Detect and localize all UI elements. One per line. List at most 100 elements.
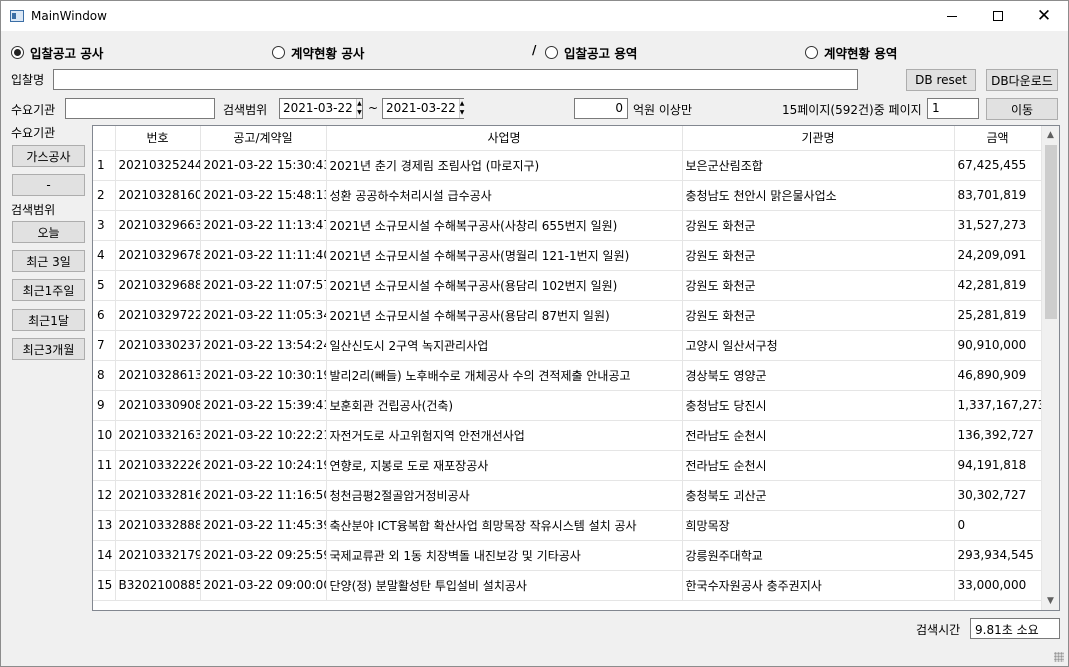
table-cell[interactable]: 20210329722 (115, 300, 201, 331)
range-3months-button[interactable]: 최근3개월 (12, 338, 85, 360)
date-to-picker[interactable]: 2021-03-22 ▲ ▼ (382, 98, 465, 119)
table-cell[interactable]: 20210329688 (115, 270, 201, 301)
table-cell[interactable]: 2021-03-22 10:22:21 (200, 420, 327, 451)
table-row[interactable]: 11 20210332226 2021-03-22 10:24:19 연향로, 지봉로… (93, 450, 1042, 481)
row-index[interactable]: 15 (93, 570, 116, 601)
column-header[interactable]: 금액 (954, 126, 1042, 151)
table-cell[interactable]: 강원도 화천군 (682, 210, 955, 241)
table-cell[interactable]: 강릉원주대학교 (682, 540, 955, 571)
table-cell[interactable]: 42,281,819 (954, 270, 1042, 301)
row-index[interactable]: 6 (93, 300, 116, 331)
table-cell[interactable]: 보훈회관 건립공사(건축) (326, 390, 683, 421)
table-cell[interactable]: 전라남도 순천시 (682, 450, 955, 481)
agency-input[interactable] (65, 98, 215, 119)
table-cell[interactable]: 33,000,000 (954, 570, 1042, 601)
table-cell[interactable]: 2021-03-22 11:07:57 (200, 270, 327, 301)
table-cell[interactable]: 한국수자원공사 충주권지사 (682, 570, 955, 601)
row-index[interactable]: 13 (93, 510, 116, 541)
scroll-up-icon[interactable]: ▲ (1042, 126, 1059, 144)
table-cell[interactable]: 67,425,455 (954, 150, 1042, 181)
row-index[interactable]: 3 (93, 210, 116, 241)
radio-contract-service[interactable]: 계약현황 용역 (805, 43, 897, 62)
radio-bid-service[interactable]: 입찰공고 용역 (545, 43, 637, 62)
table-cell[interactable]: 2021-03-22 15:30:43 (200, 150, 327, 181)
table-cell[interactable]: 축산분야 ICT융복합 확산사업 희망목장 작유시스템 설치 공사 (326, 510, 683, 541)
table-cell[interactable]: 46,890,909 (954, 360, 1042, 391)
table-cell[interactable]: 90,910,000 (954, 330, 1042, 361)
table-row[interactable]: 10 20210332163 2021-03-22 10:22:21 자전거도로 사고… (93, 420, 1042, 451)
row-index[interactable]: 8 (93, 360, 116, 391)
row-index[interactable]: 5 (93, 270, 116, 301)
range-1week-button[interactable]: 최근1주일 (12, 279, 85, 301)
table-cell[interactable]: 83,701,819 (954, 180, 1042, 211)
row-index[interactable]: 7 (93, 330, 116, 361)
table-cell[interactable]: 2021-03-22 11:16:50 (200, 480, 327, 511)
table-cell[interactable]: B32021008854 (115, 570, 201, 601)
table-row[interactable]: 3 20210329663 2021-03-22 11:13:47 2021년 소규모… (93, 210, 1042, 241)
table-cell[interactable]: 20210330237 (115, 330, 201, 361)
table-row[interactable]: 5 20210329688 2021-03-22 11:07:57 2021년 소규모… (93, 270, 1042, 301)
table-cell[interactable]: 20210329678 (115, 240, 201, 271)
table-row[interactable]: 14 20210332179 2021-03-22 09:25:59 국제교류관 외 … (93, 540, 1042, 571)
table-cell[interactable]: 연향로, 지봉로 도로 재포장공사 (326, 450, 683, 481)
table-row[interactable]: 15B320210088542021-03-22 09:00:00단양(정) 분… (93, 570, 1042, 601)
table-cell[interactable]: 20210332226 (115, 450, 201, 481)
table-cell[interactable]: 2021-03-22 13:54:24 (200, 330, 327, 361)
resize-grip-icon[interactable] (1054, 652, 1064, 662)
radio-contract-construction[interactable]: 계약현황 공사 (272, 43, 364, 62)
db-download-button[interactable]: DB다운로드 (986, 69, 1058, 91)
table-cell[interactable]: 24,209,091 (954, 240, 1042, 271)
row-index[interactable]: 2 (93, 180, 116, 211)
row-index[interactable]: 10 (93, 420, 116, 451)
table-cell[interactable]: 충청남도 당진시 (682, 390, 955, 421)
table-cell[interactable]: 충청북도 괴산군 (682, 480, 955, 511)
range-3days-button[interactable]: 최근 3일 (12, 250, 85, 272)
table-row[interactable]: 1 20210325244 2021-03-22 15:30:43 2021년 춘기 … (93, 150, 1042, 181)
table-cell[interactable]: 2021-03-22 10:30:19 (200, 360, 327, 391)
row-index[interactable]: 4 (93, 240, 116, 271)
table-cell[interactable]: 2021-03-22 11:11:40 (200, 240, 327, 271)
table-cell[interactable]: 성환 공공하수처리시설 급수공사 (326, 180, 683, 211)
table-cell[interactable]: 2021-03-22 09:25:59 (200, 540, 327, 571)
agency-dash-button[interactable]: - (12, 174, 85, 196)
table-row[interactable]: 9 20210330908 2021-03-22 15:39:41 보훈회관 건립공사… (93, 390, 1042, 421)
table-cell[interactable]: 보은군산림조합 (682, 150, 955, 181)
range-1month-button[interactable]: 최근1달 (12, 309, 85, 331)
column-header[interactable]: 번호 (115, 126, 201, 151)
table-cell[interactable]: 청천금평2절골암거정비공사 (326, 480, 683, 511)
page-number-input[interactable]: 1 (927, 98, 979, 119)
table-row[interactable]: 13 20210332888 2021-03-22 11:45:39 축산분야 ICT… (93, 510, 1042, 541)
table-row[interactable]: 2 20210328160 2021-03-22 15:48:13 성환 공공하수처리… (93, 180, 1042, 211)
table-row[interactable]: 6 20210329722 2021-03-22 11:05:34 2021년 소규모… (93, 300, 1042, 331)
table-cell[interactable]: 2021-03-22 15:39:41 (200, 390, 327, 421)
bid-name-input[interactable] (53, 69, 858, 90)
table-cell[interactable]: 자전거도로 사고위험지역 안전개선사업 (326, 420, 683, 451)
row-index[interactable]: 14 (93, 540, 116, 571)
table-cell[interactable]: 20210332179 (115, 540, 201, 571)
row-index[interactable]: 12 (93, 480, 116, 511)
date-spin-buttons[interactable]: ▲ ▼ (458, 99, 465, 118)
column-header[interactable]: 사업명 (326, 126, 683, 151)
scroll-down-icon[interactable]: ▼ (1042, 592, 1059, 610)
table-row[interactable]: 7 20210330237 2021-03-22 13:54:24 일산신도시 2구역… (93, 330, 1042, 361)
table-row[interactable]: 4 20210329678 2021-03-22 11:11:40 2021년 소규모… (93, 240, 1042, 271)
table-cell[interactable]: 1,337,167,273 (954, 390, 1042, 421)
amount-input[interactable]: 0 (574, 98, 628, 119)
table-cell[interactable]: 20210330908 (115, 390, 201, 421)
table-cell[interactable]: 충청남도 천안시 맑은물사업소 (682, 180, 955, 211)
table-cell[interactable]: 희망목장 (682, 510, 955, 541)
table-cell[interactable]: 20210328160 (115, 180, 201, 211)
table-cell[interactable]: 2021-03-22 11:45:39 (200, 510, 327, 541)
table-cell[interactable]: 2021-03-22 11:13:47 (200, 210, 327, 241)
maximize-button[interactable] (975, 1, 1021, 31)
table-cell[interactable]: 20210332888 (115, 510, 201, 541)
table-row[interactable]: 8 20210328613 2021-03-22 10:30:19 발리2리(빼들) … (93, 360, 1042, 391)
table-cell[interactable]: 강원도 화천군 (682, 240, 955, 271)
table-cell[interactable]: 강원도 화천군 (682, 270, 955, 301)
minimize-button[interactable] (929, 1, 975, 31)
table-cell[interactable]: 20210328613 (115, 360, 201, 391)
radio-bid-construction[interactable]: 입찰공고 공사 (11, 43, 103, 62)
table-cell[interactable]: 2021년 춘기 경제림 조림사업 (마로지구) (326, 150, 683, 181)
table-cell[interactable]: 발리2리(빼들) 노후배수로 개체공사 수의 견적제출 안내공고 (326, 360, 683, 391)
table-cell[interactable]: 국제교류관 외 1동 치장벽돌 내진보강 및 기타공사 (326, 540, 683, 571)
